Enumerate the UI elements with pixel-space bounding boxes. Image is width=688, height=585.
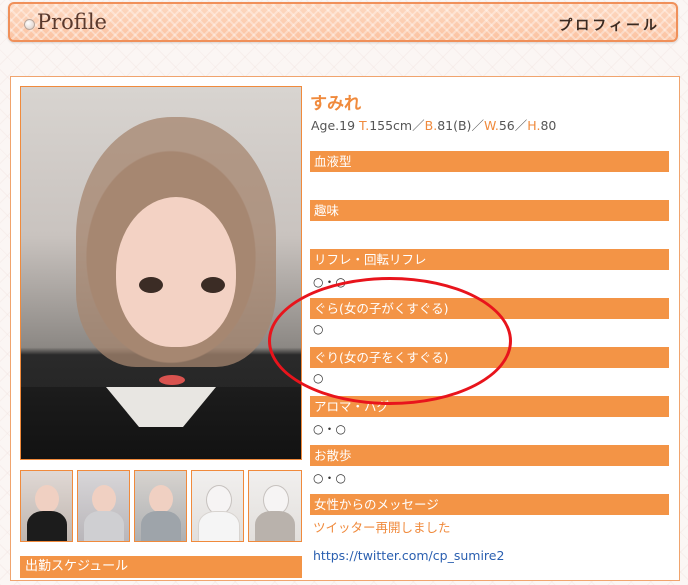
hip-key: H. bbox=[527, 118, 541, 133]
thumbnail-face bbox=[35, 485, 59, 513]
thumbnail-4[interactable] bbox=[191, 470, 244, 542]
profile-header: Profile プロフィール bbox=[8, 2, 678, 42]
section-message: 女性からのメッセージ bbox=[310, 494, 669, 515]
bust-key: B. bbox=[424, 118, 438, 133]
waist-key: W. bbox=[483, 118, 499, 133]
photo-eye-left bbox=[139, 277, 163, 293]
thumbnail-face bbox=[149, 485, 173, 513]
waist-value: 56 bbox=[498, 118, 515, 133]
thumbnail-strip bbox=[20, 470, 302, 544]
hip-value: 80 bbox=[540, 118, 557, 133]
section-refle-value: ○・○ bbox=[313, 275, 346, 289]
header-title-jp: プロフィール bbox=[558, 18, 660, 34]
section-aroma: アロマ・ハグ bbox=[310, 396, 669, 417]
schedule-bar[interactable]: 出勤スケジュール bbox=[20, 556, 302, 578]
thumbnail-face bbox=[92, 485, 116, 513]
thumbnail-body bbox=[27, 511, 67, 541]
section-walk: お散歩 bbox=[310, 445, 669, 466]
section-refle: リフレ・回転リフレ bbox=[310, 249, 669, 270]
section-gura: ぐら(女の子がくすぐる) bbox=[310, 298, 669, 319]
stat-separator: ／ bbox=[471, 118, 484, 133]
profile-stats: Age.19 T.155cm／B.81(B)／W.56／H.80 bbox=[311, 115, 556, 134]
section-guri: ぐり(女の子をくすぐる) bbox=[310, 347, 669, 368]
section-blood-type: 血液型 bbox=[310, 151, 669, 172]
section-guri-value: ○ bbox=[313, 371, 324, 385]
age-label: Age.19 bbox=[311, 118, 356, 133]
profile-name: すみれ bbox=[310, 94, 361, 114]
thumbnail-body bbox=[255, 511, 295, 541]
twitter-link[interactable]: https://twitter.com/cp_sumire2 bbox=[313, 548, 504, 563]
thumbnail-3[interactable] bbox=[134, 470, 187, 542]
section-hobby: 趣味 bbox=[310, 200, 669, 221]
main-photo[interactable] bbox=[20, 86, 302, 460]
thumbnail-2[interactable] bbox=[77, 470, 130, 542]
section-aroma-value: ○・○ bbox=[313, 422, 346, 436]
stat-separator: ／ bbox=[514, 118, 528, 133]
header-title: Profile bbox=[37, 10, 107, 34]
message-text: ツイッター再開しました bbox=[313, 520, 451, 535]
stat-separator: ／ bbox=[412, 118, 425, 133]
thumbnail-5[interactable] bbox=[248, 470, 302, 542]
height-key: T. bbox=[359, 118, 370, 133]
section-gura-value: ○ bbox=[313, 322, 324, 336]
thumbnail-1[interactable] bbox=[20, 470, 73, 542]
bullet-icon bbox=[24, 19, 35, 30]
thumbnail-body bbox=[198, 511, 240, 541]
photo-lips bbox=[159, 375, 185, 385]
height-value: 155cm bbox=[369, 118, 413, 133]
thumbnail-body bbox=[84, 511, 124, 541]
photo-face bbox=[116, 197, 236, 347]
bust-value: 81(B) bbox=[437, 118, 472, 133]
section-walk-value: ○・○ bbox=[313, 471, 346, 485]
thumbnail-body bbox=[141, 511, 181, 541]
photo-eye-right bbox=[201, 277, 225, 293]
